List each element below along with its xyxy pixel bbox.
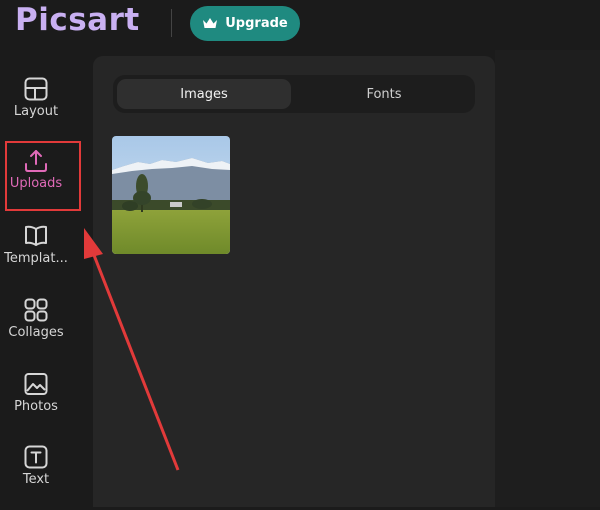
tab-images[interactable]: Images	[117, 79, 291, 109]
layout-icon	[24, 77, 48, 101]
canvas-area	[495, 50, 600, 507]
photo-icon	[24, 373, 48, 395]
sidebar-item-photos[interactable]: Photos	[0, 371, 72, 437]
sidebar-item-label: Text	[22, 472, 50, 487]
sidebar-item-label: Collages	[8, 325, 64, 340]
annotation-highlight-box	[5, 141, 81, 211]
sidebar-item-label: Layout	[13, 104, 59, 119]
sidebar-item-label: Photos	[14, 399, 58, 414]
sidebar-item-text[interactable]: Text	[0, 444, 72, 510]
uploads-panel: Images Fonts	[93, 56, 495, 507]
picsart-logo[interactable]: Picsart	[15, 2, 140, 38]
crown-icon	[203, 18, 218, 28]
text-icon	[24, 445, 48, 469]
media-tabs: Images Fonts	[113, 75, 475, 113]
collage-grid-icon	[24, 298, 48, 322]
upgrade-label: Upgrade	[225, 16, 288, 31]
book-icon	[25, 225, 47, 246]
top-bar: Picsart Upgrade	[0, 0, 600, 50]
sidebar-item-label: Templat...	[4, 251, 68, 266]
sidebar-item-collages[interactable]: Collages	[0, 297, 72, 363]
upgrade-button[interactable]: Upgrade	[190, 6, 300, 41]
left-sidebar: Layout Uploads Templat... Collages Photo…	[0, 50, 85, 507]
sidebar-item-templates[interactable]: Templat...	[0, 223, 72, 289]
tab-fonts[interactable]: Fonts	[297, 79, 471, 109]
uploaded-image-thumbnail[interactable]	[112, 136, 230, 254]
header-divider	[171, 9, 172, 37]
landscape-image	[112, 136, 230, 254]
sidebar-item-layout[interactable]: Layout	[0, 76, 72, 142]
